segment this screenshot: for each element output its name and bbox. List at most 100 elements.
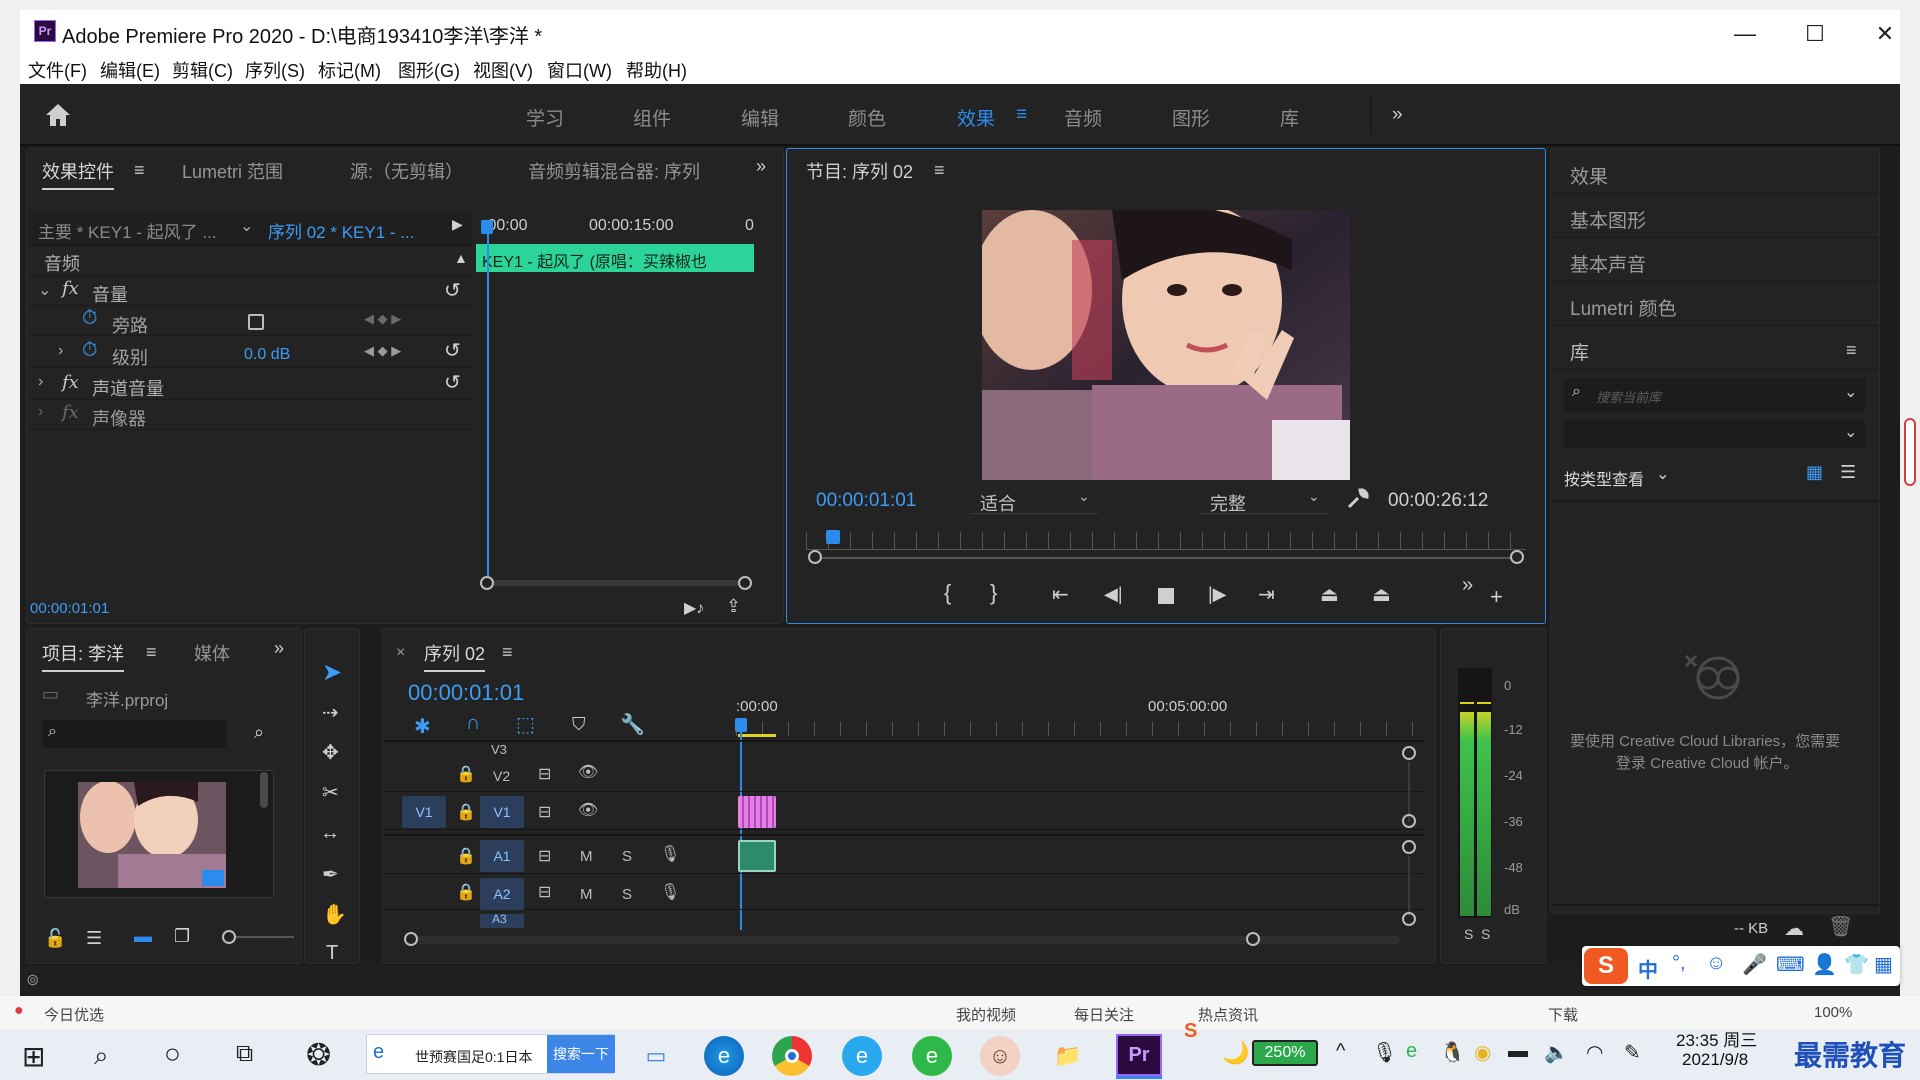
stopwatch-icon[interactable]: ⏱	[82, 339, 98, 362]
battery-icon[interactable]: ▬	[1508, 1040, 1528, 1063]
chevron-right-icon[interactable]: ›	[38, 373, 43, 391]
tab-media[interactable]: 媒体	[194, 640, 230, 666]
reset-icon[interactable]: ↺	[444, 338, 461, 363]
panel-menu-icon[interactable]: ≡	[1846, 340, 1857, 361]
step-back-icon[interactable]: ◀|	[1104, 584, 1123, 605]
mute-button[interactable]: M	[580, 886, 593, 903]
wrench-icon[interactable]	[1346, 486, 1370, 510]
snap-icon[interactable]: ∩	[466, 712, 480, 735]
status-item-5[interactable]: 100%	[1814, 1004, 1852, 1021]
view-by-type[interactable]: 按类型查看	[1564, 466, 1644, 490]
wrench-icon[interactable]: 🔧	[620, 712, 645, 737]
panel-menu-icon[interactable]: ≡	[146, 642, 157, 663]
slip-tool-icon[interactable]: ↔	[320, 822, 340, 845]
sequence-clip-label[interactable]: 序列 02 * KEY1 - ...	[268, 218, 414, 243]
chevron-right-icon[interactable]: ›	[38, 403, 43, 421]
icon-view-icon[interactable]: ▬	[134, 926, 152, 947]
eye-icon[interactable]: 👁	[578, 800, 598, 820]
grid-view-icon[interactable]: ▦	[1806, 462, 1823, 483]
quality-select[interactable]: 完整 ⌄	[1200, 486, 1328, 514]
nest-icon[interactable]: ✱	[414, 714, 431, 739]
bypass-checkbox[interactable]	[248, 314, 264, 330]
lock-icon[interactable]: 🔓	[44, 928, 66, 949]
audio-scrollbar[interactable]	[1408, 856, 1410, 916]
chevron-down-icon[interactable]: ⌄	[1844, 382, 1857, 402]
menu-view[interactable]: 视图(V)	[473, 57, 533, 83]
cortana-icon[interactable]: ○	[164, 1038, 181, 1070]
collapse-icon[interactable]: ▲	[454, 250, 468, 266]
track-v1-label[interactable]: V1	[480, 796, 524, 828]
reset-icon[interactable]: ↺	[444, 370, 461, 395]
workspace-learn[interactable]: 学习	[526, 104, 564, 131]
browser-e-icon[interactable]: e	[842, 1036, 882, 1076]
panel-essential-graphics[interactable]: 基本图形	[1552, 194, 1880, 238]
clock-time[interactable]: 23:35 周三	[1676, 1026, 1757, 1051]
list-view-icon[interactable]: ☰	[1840, 462, 1856, 483]
green-browser-icon[interactable]: e	[912, 1036, 952, 1076]
zoom-slider[interactable]	[228, 936, 294, 938]
lift-icon[interactable]: ⏏	[1320, 582, 1339, 607]
menu-help[interactable]: 帮助(H)	[626, 57, 687, 83]
chevron-down-icon[interactable]: ⌄	[240, 216, 253, 236]
ime-language[interactable]: 中	[1638, 954, 1658, 983]
keyboard-icon[interactable]: ⌨	[1776, 952, 1805, 977]
qq-icon[interactable]: 🐧	[1440, 1040, 1465, 1065]
status-item-4[interactable]: 下载	[1548, 1004, 1578, 1025]
app-swirl-icon[interactable]: ❂	[306, 1038, 331, 1073]
chevron-right-icon[interactable]: ›	[58, 342, 63, 360]
go-to-out-icon[interactable]: ⇥	[1258, 582, 1275, 607]
tab-source[interactable]: 源:（无剪辑）	[350, 158, 463, 184]
panel-overflow-icon[interactable]: »	[274, 638, 284, 659]
search-icon[interactable]: ⌕	[94, 1040, 109, 1072]
project-search-input[interactable]: ⌕	[42, 720, 226, 748]
keyframe-nav-icon[interactable]: ◀ ◆ ▶	[364, 343, 401, 359]
menu-sequence[interactable]: 序列(S)	[245, 57, 305, 83]
fit-select[interactable]: 适合 ⌄	[970, 486, 1098, 514]
program-timecode[interactable]: 00:00:01:01	[816, 490, 916, 512]
volume-icon[interactable]: 🔈	[1544, 1040, 1569, 1065]
scroll-handle[interactable]	[1246, 932, 1260, 946]
scroll-handle[interactable]	[1510, 550, 1524, 564]
scroll-handle[interactable]	[1402, 912, 1416, 926]
cloud-sync-icon[interactable]: ☁	[1784, 916, 1804, 941]
play-clip-icon[interactable]: ▶♪	[684, 598, 704, 618]
program-zoom-bar[interactable]	[816, 557, 1516, 559]
overflow-icon[interactable]: »	[1462, 574, 1473, 597]
scroll-handle[interactable]	[1402, 746, 1416, 760]
solo-button[interactable]: S	[622, 848, 632, 865]
master-clip-label[interactable]: 主要 * KEY1 - 起风了 ...	[38, 218, 217, 243]
mic-icon[interactable]: 🎙	[660, 882, 680, 902]
tab-project[interactable]: 项目: 李洋	[42, 640, 125, 672]
status-item-1[interactable]: 我的视频	[956, 1004, 1016, 1025]
ripple-edit-tool-icon[interactable]: ✥	[322, 740, 339, 765]
project-thumbnail[interactable]	[78, 782, 226, 888]
tab-effect-controls[interactable]: 效果控件	[42, 158, 114, 190]
pen-icon[interactable]: ✎	[1624, 1040, 1641, 1065]
status-icon[interactable]: ⊚	[26, 970, 39, 990]
pc-manager-icon[interactable]: ▭	[636, 1036, 676, 1076]
close-icon[interactable]: ×	[396, 644, 405, 662]
panel-essential-sound[interactable]: 基本声音	[1552, 238, 1880, 282]
tray-e-icon[interactable]: e	[1406, 1040, 1417, 1063]
go-to-in-icon[interactable]: ⇤	[1052, 582, 1069, 607]
fx-icon[interactable]: fx	[62, 372, 79, 393]
solo-button[interactable]: S	[622, 886, 632, 903]
panel-overflow-icon[interactable]: »	[756, 156, 766, 177]
menu-clip[interactable]: 剪辑(C)	[172, 57, 233, 83]
workspace-assembly[interactable]: 组件	[633, 104, 671, 131]
panel-menu-icon[interactable]: ≡	[934, 160, 945, 181]
workspace-overflow-button[interactable]: »	[1392, 104, 1403, 126]
home-icon[interactable]	[44, 102, 72, 128]
edge-icon[interactable]: e	[704, 1036, 744, 1076]
taskbar-search-button[interactable]: 搜索一下	[547, 1035, 615, 1073]
source-patch-v1[interactable]: V1	[402, 796, 446, 828]
mark-in-icon[interactable]: {	[944, 580, 951, 606]
sogou-logo-icon[interactable]: S	[1584, 948, 1628, 984]
workspace-effects[interactable]: 效果	[957, 104, 995, 131]
tab-sequence[interactable]: 序列 02	[424, 640, 486, 672]
linked-selection-icon[interactable]: ⬚	[516, 712, 535, 737]
lock-icon[interactable]: 🔒	[456, 846, 476, 866]
battery-indicator[interactable]: 250%	[1252, 1040, 1318, 1066]
clock-date[interactable]: 2021/9/8	[1682, 1050, 1748, 1070]
library-select[interactable]: ⌄	[1564, 420, 1866, 448]
